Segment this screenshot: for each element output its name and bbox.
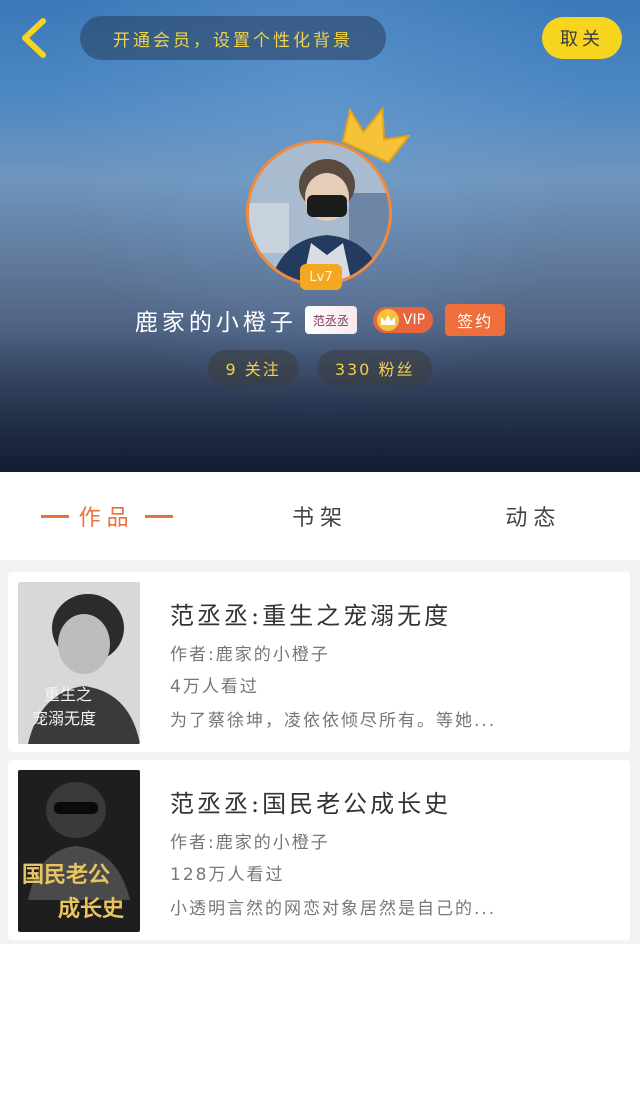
list-item[interactable]: 国民老公 成长史 范丞丞:国民老公成长史 作者:鹿家的小橙子 128万人看过 小…	[8, 760, 630, 940]
avatar-container: Lv7	[246, 106, 410, 290]
book-views: 4万人看过	[170, 677, 259, 697]
signed-badge: 签约	[445, 304, 506, 336]
vip-label: VIP	[402, 312, 426, 328]
book-cover[interactable]: 国民老公 成长史	[18, 770, 140, 932]
tab-active-dash-left	[40, 514, 69, 518]
book-cover-image: 重生之 宠溺无度	[18, 582, 140, 744]
book-author: 作者:鹿家的小橙子	[170, 645, 330, 665]
crown-icon	[341, 106, 410, 164]
list-item[interactable]: 重生之 宠溺无度 范丞丞:重生之宠溺无度 作者:鹿家的小橙子 4万人看过 为了蔡…	[8, 572, 630, 752]
tab-active-dash-right	[144, 514, 173, 518]
following-count[interactable]: 9 关注	[207, 350, 299, 386]
crown-coin-icon	[376, 309, 399, 331]
book-views: 128万人看过	[170, 865, 285, 885]
vip-background-banner[interactable]: 开通会员，设置个性化背景	[80, 16, 386, 60]
book-cover-image: 国民老公 成长史	[18, 770, 140, 932]
profile-header: 开通会员，设置个性化背景 取关 Lv7 鹿家的小橙子 范丞丞 VIP 签约 9 …	[0, 0, 640, 472]
fans-count[interactable]: 330 粉丝	[316, 350, 433, 386]
book-title[interactable]: 范丞丞:重生之宠溺无度	[170, 596, 451, 631]
cover-subtitle-text: 宠溺无度	[32, 709, 96, 728]
book-title[interactable]: 范丞丞:国民老公成长史	[170, 784, 451, 819]
cover-title-text: 国民老公	[22, 862, 110, 888]
chevron-left-icon	[22, 18, 46, 58]
tab-bookshelf[interactable]: 书架	[213, 472, 426, 560]
tab-works[interactable]: 作品	[0, 472, 213, 560]
unfollow-button[interactable]: 取关	[542, 17, 622, 59]
cover-subtitle-text: 成长史	[58, 896, 125, 922]
stats-row: 9 关注 330 粉丝	[0, 350, 640, 386]
book-description: 为了蔡徐坤，凌依依倾尽所有。等她...	[170, 711, 497, 731]
level-badge: Lv7	[300, 264, 342, 290]
fan-tag-chip[interactable]: 范丞丞	[304, 306, 357, 334]
tab-activity[interactable]: 动态	[427, 472, 640, 560]
book-cover[interactable]: 重生之 宠溺无度	[18, 582, 140, 744]
book-list: 重生之 宠溺无度 范丞丞:重生之宠溺无度 作者:鹿家的小橙子 4万人看过 为了蔡…	[0, 560, 640, 944]
user-name-row: 鹿家的小橙子 范丞丞 VIP 签约	[0, 300, 640, 340]
book-description: 小透明言然的网恋对象居然是自己的...	[170, 899, 497, 919]
vip-badge[interactable]: VIP	[372, 307, 434, 333]
username: 鹿家的小橙子	[134, 310, 297, 336]
tab-bookshelf-label: 书架	[291, 506, 348, 531]
book-author: 作者:鹿家的小橙子	[170, 833, 330, 853]
tab-bar: 作品 书架 动态	[0, 472, 640, 560]
tab-works-label: 作品	[78, 506, 135, 531]
cover-title-text: 重生之	[44, 685, 92, 704]
back-button[interactable]	[16, 16, 52, 60]
tab-activity-label: 动态	[505, 506, 562, 531]
